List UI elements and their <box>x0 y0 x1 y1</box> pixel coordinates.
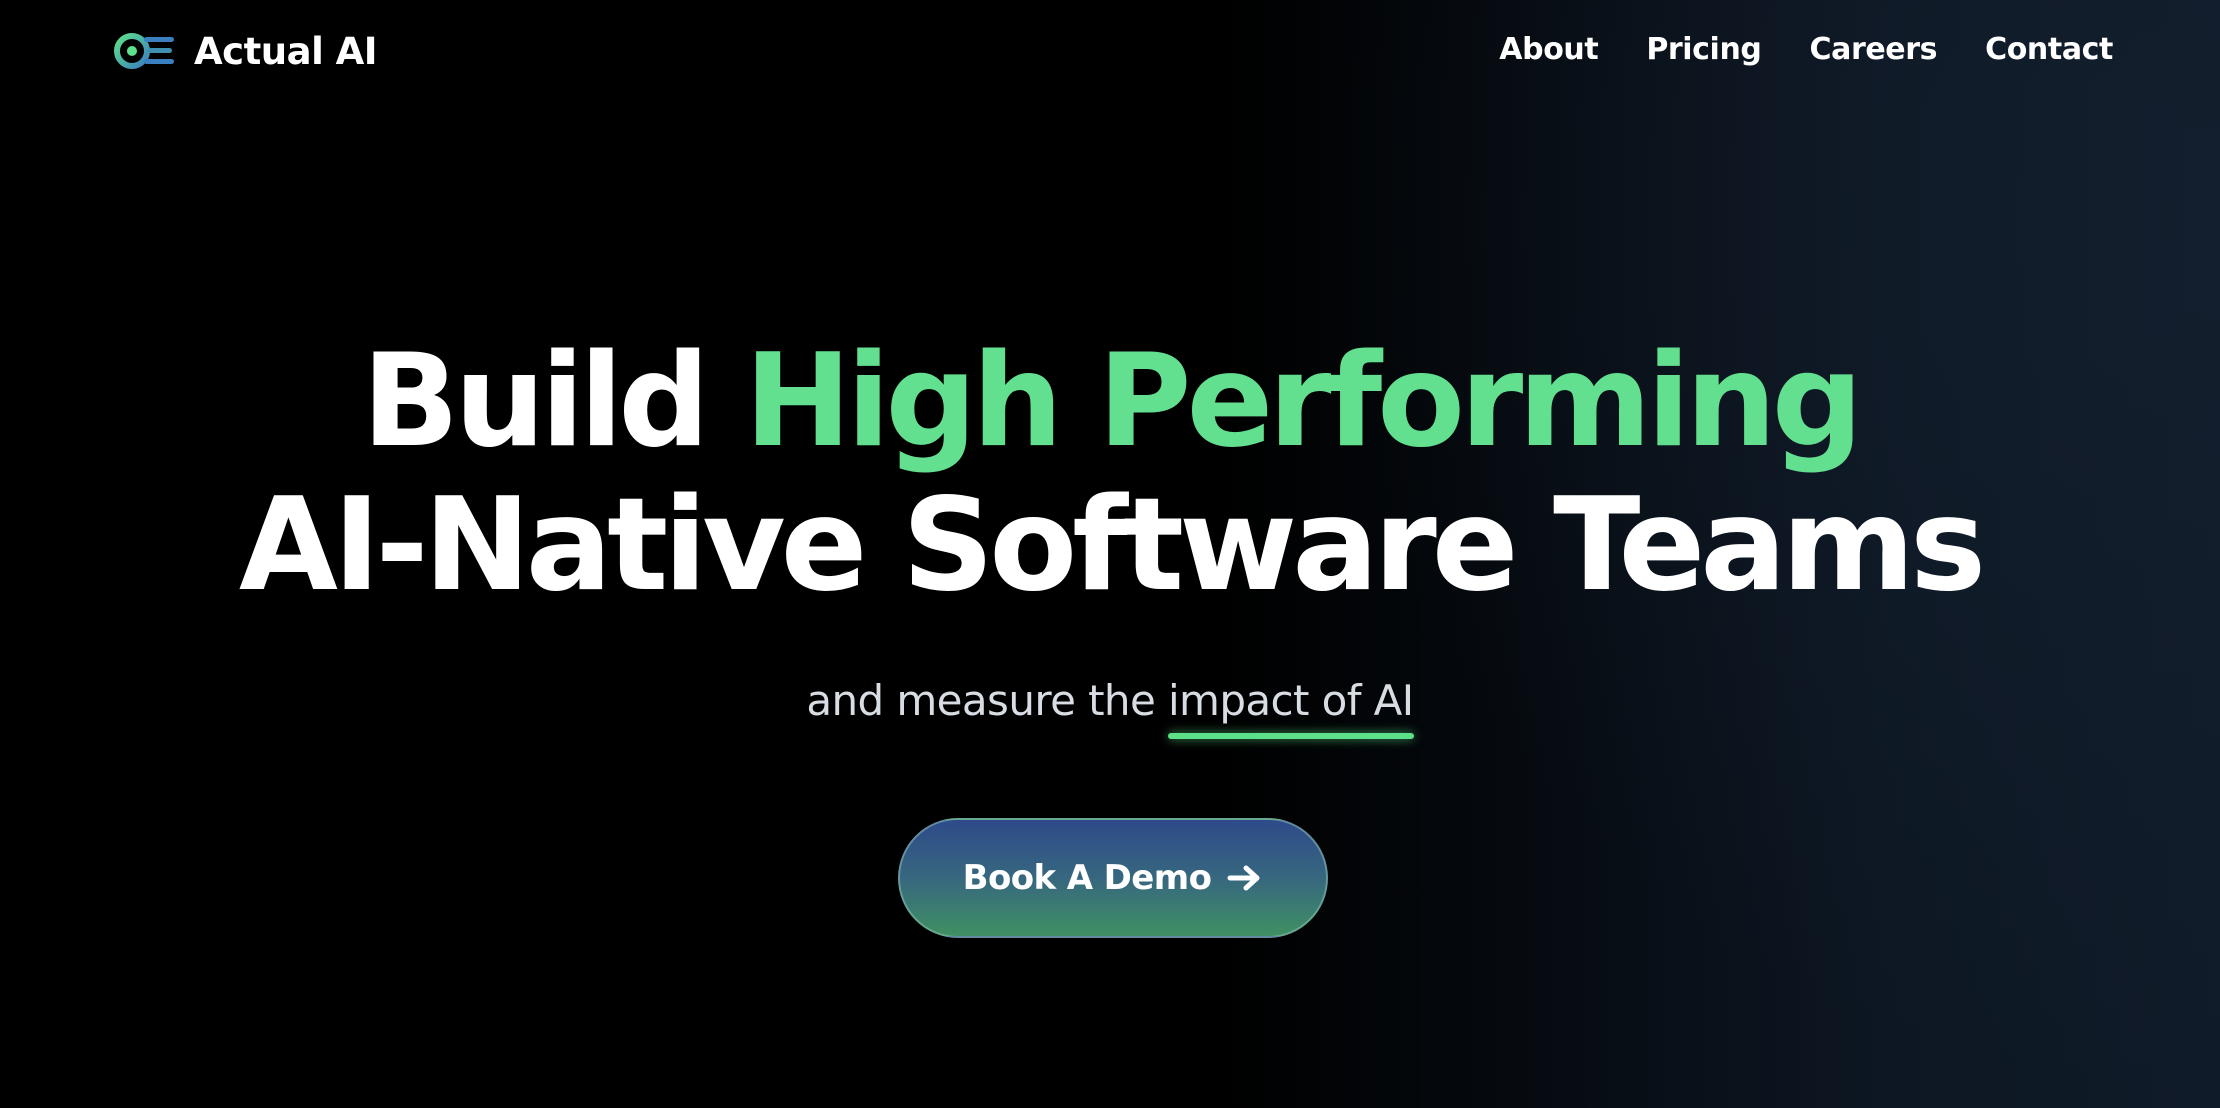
headline-prefix: Build <box>361 327 745 476</box>
headline-accent: High Performing <box>744 327 1863 476</box>
hero-subtitle: and measure the impact of AI <box>0 676 2220 739</box>
brand-logo-link[interactable]: Actual AI <box>114 28 378 74</box>
book-demo-label: Book A Demo <box>962 858 1212 898</box>
headline-line-2: AI-Native Software Teams <box>238 471 1986 620</box>
eye-speed-icon <box>114 33 174 69</box>
nav-link-pricing[interactable]: Pricing <box>1646 30 1762 70</box>
site-header: Actual AI About Pricing Careers Contact <box>0 0 2220 100</box>
subtitle-highlight-text: impact of AI <box>1167 676 1414 725</box>
nav-link-contact[interactable]: Contact <box>1985 30 2113 70</box>
brand-name: Actual AI <box>194 29 378 73</box>
nav-link-about[interactable]: About <box>1499 30 1598 70</box>
subtitle-prefix: and measure the <box>806 676 1168 725</box>
arrow-right-icon <box>1227 865 1260 891</box>
headline-line-1: Build High Performing <box>361 327 1863 476</box>
highlight-underline <box>1167 733 1414 739</box>
nav-link-careers[interactable]: Careers <box>1809 30 1937 70</box>
hero-section: Build High Performing AI-Native Software… <box>0 330 2220 618</box>
book-demo-button[interactable]: Book A Demo <box>898 818 1328 938</box>
top-nav: About Pricing Careers Contact <box>1499 30 2113 70</box>
subtitle-highlight: impact of AI <box>1167 676 1414 739</box>
hero-headline: Build High Performing AI-Native Software… <box>0 330 2220 618</box>
